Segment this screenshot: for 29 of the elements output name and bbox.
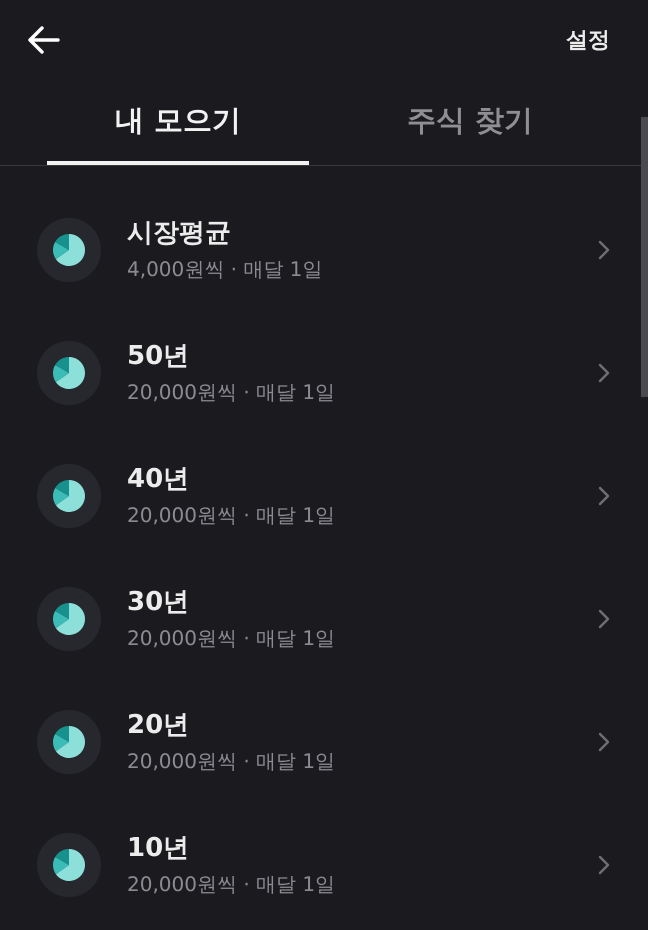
plan-title: 30년 [127, 586, 190, 618]
plan-schedule: 4,000원씩 · 매달 1일 [127, 256, 324, 282]
chevron-right-icon[interactable] [598, 608, 610, 628]
plan-schedule: 20,000원씩 · 매달 1일 [127, 378, 336, 406]
plan-title: 50년 [127, 340, 190, 372]
plan-schedule: 20,000원씩 · 매달 1일 [127, 870, 336, 898]
chevron-right-icon[interactable] [598, 854, 610, 874]
plan-schedule: 20,000원씩 · 매달 1일 [127, 502, 336, 528]
pie-chart-icon [37, 586, 101, 650]
pie-chart-icon [37, 832, 101, 896]
chevron-right-icon[interactable] [598, 486, 610, 506]
tab[interactable]: 주식 찾기 [339, 80, 601, 165]
plan-schedule: 20,000원씩 · 매달 1일 [127, 748, 336, 774]
chevron-right-icon[interactable] [598, 240, 610, 260]
plan-title: 10년 [127, 832, 190, 864]
pie-chart-icon [37, 464, 101, 528]
back-arrow-icon[interactable] [28, 26, 60, 54]
scrollbar[interactable] [641, 117, 648, 397]
plan-title: 20년 [127, 708, 190, 740]
plan-schedule: 20,000원씩 · 매달 1일 [127, 624, 336, 652]
tab[interactable]: 내 모으기 [47, 80, 309, 165]
plan-title: 40년 [127, 462, 190, 494]
pie-chart-icon [37, 218, 101, 282]
plan-title: 시장평균 [127, 216, 232, 248]
settings-button[interactable]: 설정 [566, 25, 610, 55]
chevron-right-icon[interactable] [598, 362, 610, 382]
chevron-right-icon[interactable] [598, 732, 610, 752]
pie-chart-icon [37, 710, 101, 774]
pie-chart-icon [37, 340, 101, 404]
